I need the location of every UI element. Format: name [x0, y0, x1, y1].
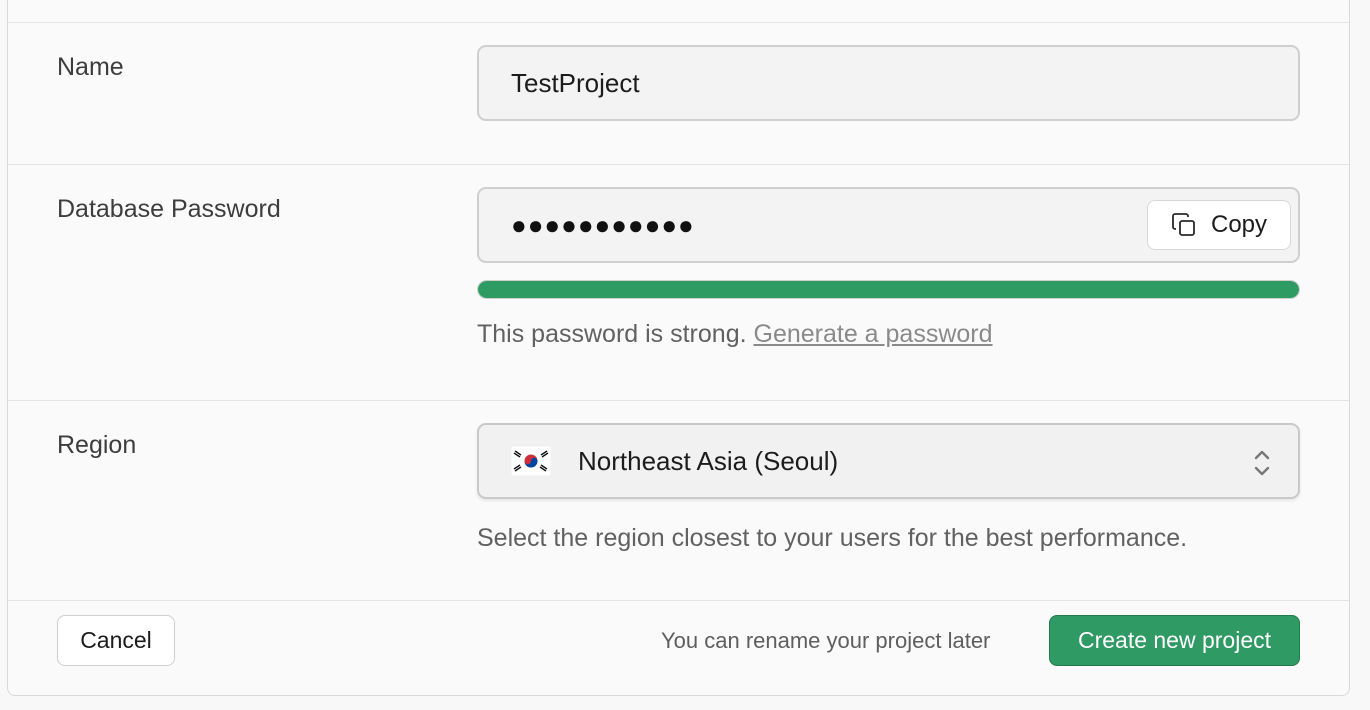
rename-later-note: You can rename your project later — [661, 628, 991, 653]
chevron-up-down-icon — [1254, 450, 1270, 476]
copy-button[interactable]: Copy — [1147, 200, 1291, 250]
region-selected-value: Northeast Asia (Seoul) — [578, 445, 839, 476]
password-row: Database Password ●●●●●●●●●●● Copy This … — [8, 164, 1349, 400]
cancel-button[interactable]: Cancel — [57, 615, 175, 666]
south-korea-flag-icon — [511, 446, 551, 476]
create-project-card: Name TestProject Database Password ●●●●●… — [7, 0, 1350, 696]
region-label: Region — [57, 431, 137, 459]
project-name-value: TestProject — [511, 67, 640, 98]
region-help-text: Select the region closest to your users … — [477, 524, 1188, 552]
create-new-project-button[interactable]: Create new project — [1049, 615, 1300, 666]
password-masked-value: ●●●●●●●●●●● — [511, 209, 695, 240]
password-strength-text: This password is strong. — [477, 320, 747, 348]
database-password-input[interactable]: ●●●●●●●●●●● Copy — [477, 187, 1300, 263]
project-name-input[interactable]: TestProject — [477, 45, 1300, 121]
name-row: Name TestProject — [8, 22, 1349, 164]
password-strength-bar — [477, 280, 1300, 299]
copy-icon — [1172, 213, 1195, 236]
region-select[interactable]: Northeast Asia (Seoul) — [477, 423, 1300, 499]
password-strength-message: This password is strong. Generate a pass… — [477, 320, 993, 349]
generate-password-link[interactable]: Generate a password — [754, 320, 993, 348]
copy-label: Copy — [1210, 211, 1268, 238]
database-password-label: Database Password — [57, 195, 281, 223]
form-footer: Cancel You can rename your project later… — [8, 600, 1349, 697]
region-row: Region Northeast Asia (Seoul) Select the… — [8, 400, 1349, 600]
name-label: Name — [57, 53, 124, 81]
password-strength-fill — [478, 281, 1299, 298]
